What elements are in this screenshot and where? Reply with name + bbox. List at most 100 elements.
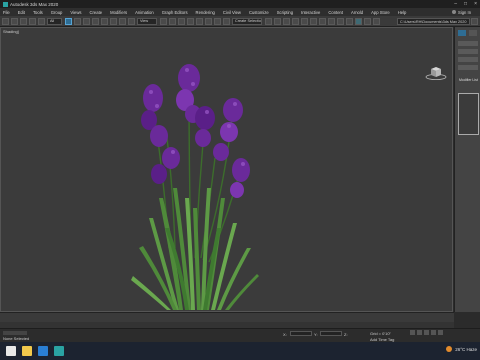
y-coordinate-field[interactable]: [320, 331, 342, 336]
modifier-stack[interactable]: [458, 93, 479, 135]
menu-file[interactable]: File: [3, 10, 10, 15]
menu-animation[interactable]: Animation: [135, 10, 154, 15]
material-editor-icon[interactable]: [328, 17, 335, 25]
a360-gallery-icon[interactable]: [373, 17, 380, 25]
percent-snap-icon[interactable]: [205, 17, 212, 25]
menu-views[interactable]: Views: [70, 10, 81, 15]
render-setup-icon[interactable]: [337, 17, 344, 25]
app-icon: [3, 1, 8, 7]
window-title: Autodesk 3ds Max 2020: [10, 1, 59, 7]
maximize-button[interactable]: □: [464, 1, 467, 7]
toggle-layer-explorer-icon[interactable]: [292, 17, 299, 25]
graphite-toolbar-icon[interactable]: [301, 17, 308, 25]
close-button[interactable]: ×: [474, 1, 477, 7]
snaps-toggle-icon[interactable]: [187, 17, 194, 25]
window-crossing-icon[interactable]: [92, 17, 99, 25]
menu-modifiers[interactable]: Modifiers: [110, 10, 127, 15]
lavender-plant-model[interactable]: [129, 48, 261, 312]
weather-icon[interactable]: [446, 346, 453, 352]
maxscript-listener[interactable]: [3, 331, 27, 335]
link-icon[interactable]: [20, 17, 27, 25]
3ds-max-icon[interactable]: [54, 346, 64, 356]
viewcube-icon[interactable]: [425, 66, 447, 80]
z-label: Z:: [344, 332, 348, 337]
play-icon[interactable]: [424, 330, 429, 335]
viewport-label[interactable]: Shading]: [3, 29, 19, 34]
unlink-icon[interactable]: [29, 17, 36, 25]
mirror-icon[interactable]: [265, 17, 272, 25]
pivot-center-icon[interactable]: [160, 17, 167, 25]
file-explorer-icon[interactable]: [22, 346, 32, 356]
named-selection-set-dropdown[interactable]: Create Selection Se: [232, 17, 262, 25]
previous-frame-icon[interactable]: [417, 330, 422, 335]
reference-coordinate-dropdown[interactable]: View: [137, 17, 157, 25]
perspective-viewport[interactable]: Shading]: [0, 27, 453, 312]
selection-filter-dropdown[interactable]: All: [47, 17, 62, 25]
move-icon[interactable]: [101, 17, 108, 25]
system-tray: 26°C Haze: [446, 346, 477, 352]
render-production-icon[interactable]: [355, 17, 362, 25]
keyboard-shortcut-icon[interactable]: [178, 17, 185, 25]
menu-edit[interactable]: Edit: [18, 10, 25, 15]
minimize-button[interactable]: –: [454, 1, 457, 7]
command-panel-row[interactable]: [458, 57, 478, 62]
menu-app-store[interactable]: App Store: [371, 10, 390, 15]
scale-icon[interactable]: [119, 17, 126, 25]
menu-graph-editors[interactable]: Graph Editors: [162, 10, 188, 15]
menu-rendering[interactable]: Rendering: [196, 10, 215, 15]
time-slider[interactable]: [0, 312, 454, 322]
command-panel-row[interactable]: [458, 49, 478, 54]
schematic-view-icon[interactable]: [319, 17, 326, 25]
edge-icon[interactable]: [38, 346, 48, 356]
menu-content[interactable]: Content: [328, 10, 343, 15]
title-bar: Autodesk 3ds Max 2020 – □ ×: [0, 0, 480, 8]
select-manipulate-icon[interactable]: [169, 17, 176, 25]
x-coordinate-field[interactable]: [290, 331, 312, 336]
spinner-snap-icon[interactable]: [214, 17, 221, 25]
modify-tab-icon[interactable]: [469, 30, 477, 36]
angle-snap-icon[interactable]: [196, 17, 203, 25]
select-object-icon[interactable]: [65, 17, 72, 25]
modifier-list-label[interactable]: Modifier List: [459, 78, 478, 82]
sign-in[interactable]: Sign In: [452, 8, 471, 16]
edit-named-selection-icon[interactable]: [223, 17, 230, 25]
menu-group[interactable]: Group: [51, 10, 63, 15]
project-path-field[interactable]: C:\Users\RH\Documents\3ds Max 2020: [397, 18, 470, 25]
menu-create[interactable]: Create: [90, 10, 103, 15]
menu-interactive[interactable]: Interactive: [301, 10, 320, 15]
render-in-cloud-icon[interactable]: [364, 17, 371, 25]
menu-tools[interactable]: Tools: [33, 10, 43, 15]
menu-bar: File Edit Tools Group Views Create Modif…: [0, 8, 480, 16]
command-panel-row[interactable]: [458, 65, 478, 70]
create-tab-icon[interactable]: [458, 30, 466, 36]
rotate-icon[interactable]: [110, 17, 117, 25]
go-to-end-icon[interactable]: [438, 330, 443, 335]
go-to-start-icon[interactable]: [410, 330, 415, 335]
status-bar: None Selected X: Y: Z: Grid = 0'10" Add …: [0, 328, 480, 342]
selection-status: None Selected: [3, 336, 30, 341]
playback-controls: [410, 330, 443, 335]
bind-spacewarp-icon[interactable]: [38, 17, 45, 25]
menu-arnold[interactable]: Arnold: [351, 10, 363, 15]
weather-text[interactable]: 26°C Haze: [455, 347, 477, 352]
command-panel-row[interactable]: [458, 41, 478, 46]
toggle-scene-explorer-icon[interactable]: [283, 17, 290, 25]
redo-icon[interactable]: [11, 17, 18, 25]
menu-customize[interactable]: Customize: [249, 10, 269, 15]
chevron-down-icon[interactable]: [471, 18, 478, 25]
placement-icon[interactable]: [128, 17, 135, 25]
rendered-frame-window-icon[interactable]: [346, 17, 353, 25]
next-frame-icon[interactable]: [431, 330, 436, 335]
y-label: Y:: [314, 332, 318, 337]
curve-editor-icon[interactable]: [310, 17, 317, 25]
menu-help[interactable]: Help: [398, 10, 407, 15]
select-by-name-icon[interactable]: [74, 17, 81, 25]
menu-civil-view[interactable]: Civil View: [223, 10, 241, 15]
windows-taskbar: [0, 342, 480, 360]
align-icon[interactable]: [274, 17, 281, 25]
grid-size: Grid = 0'10": [370, 331, 391, 336]
search-icon[interactable]: [6, 346, 16, 356]
menu-scripting[interactable]: Scripting: [277, 10, 293, 15]
undo-icon[interactable]: [2, 17, 9, 25]
rectangle-selection-icon[interactable]: [83, 17, 90, 25]
